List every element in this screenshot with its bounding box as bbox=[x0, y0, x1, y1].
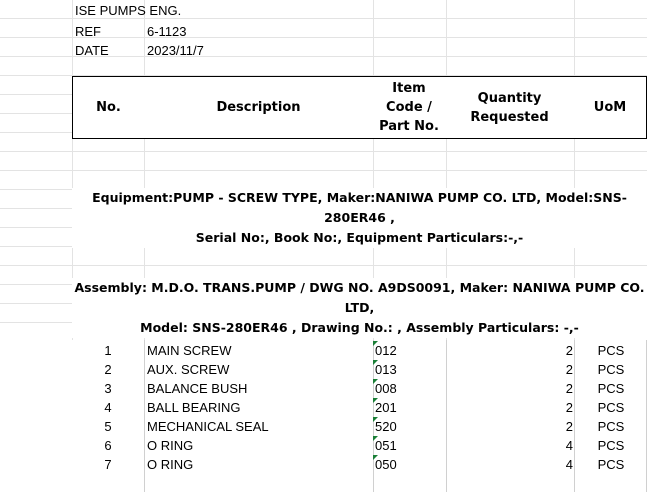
cell-no: 1 bbox=[104, 343, 112, 358]
table-row[interactable]: 2 AUX. SCREW 013 2 PCS bbox=[0, 360, 647, 379]
col-header-quantity[interactable]: Quantity Requested bbox=[445, 76, 575, 139]
cell-no: 6 bbox=[104, 438, 112, 453]
table-row[interactable]: 5 MECHANICAL SEAL 520 2 PCS bbox=[0, 417, 647, 436]
cell-description: O RING bbox=[147, 457, 194, 472]
cell-uom: PCS bbox=[597, 362, 625, 377]
cell-code: 008 bbox=[375, 381, 397, 396]
cell-no: 3 bbox=[104, 381, 112, 396]
col-header-item-code[interactable]: Item Code / Part No. bbox=[373, 76, 446, 139]
table-row[interactable]: 1 MAIN SCREW 012 2 PCS bbox=[0, 341, 647, 360]
cell-code: 012 bbox=[375, 343, 397, 358]
col-header-description[interactable]: Description bbox=[144, 76, 374, 139]
table-header: No. Description Item Code / Part No. Qua… bbox=[72, 76, 647, 139]
cell-quantity: 2 bbox=[565, 343, 573, 358]
col-header-uom[interactable]: UoM bbox=[574, 76, 647, 139]
date-value[interactable]: 2023/11/7 bbox=[147, 41, 204, 60]
cell-quantity: 2 bbox=[565, 419, 573, 434]
cell-description: BALANCE BUSH bbox=[147, 381, 248, 396]
ref-label[interactable]: REF bbox=[75, 24, 101, 39]
ref-row: REF 6-1123 bbox=[75, 22, 187, 41]
table-row[interactable]: 7 O RING 050 4 PCS bbox=[0, 455, 647, 474]
cell-quantity: 2 bbox=[565, 362, 573, 377]
assembly-info[interactable]: Assembly: M.D.O. TRANS.PUMP / DWG NO. A9… bbox=[72, 278, 647, 338]
cell-no: 2 bbox=[104, 362, 112, 377]
equipment-info[interactable]: Equipment:PUMP - SCREW TYPE, Maker:NANIW… bbox=[72, 188, 647, 248]
date-label[interactable]: DATE bbox=[75, 43, 109, 58]
company-name[interactable]: ISE PUMPS ENG. bbox=[75, 3, 181, 18]
col-header-no[interactable]: No. bbox=[72, 76, 145, 139]
cell-description: MECHANICAL SEAL bbox=[147, 419, 269, 434]
cell-uom: PCS bbox=[597, 457, 625, 472]
cell-description: MAIN SCREW bbox=[147, 343, 232, 358]
ref-value[interactable]: 6-1123 bbox=[147, 22, 187, 41]
cell-no: 5 bbox=[104, 419, 112, 434]
cell-description: BALL BEARING bbox=[147, 400, 241, 415]
cell-code: 201 bbox=[375, 400, 397, 415]
cell-quantity: 2 bbox=[565, 381, 573, 396]
cell-code: 050 bbox=[375, 457, 397, 472]
cell-code: 051 bbox=[375, 438, 397, 453]
table-row[interactable]: 3 BALANCE BUSH 008 2 PCS bbox=[0, 379, 647, 398]
cell-description: AUX. SCREW bbox=[147, 362, 230, 377]
cell-uom: PCS bbox=[597, 343, 625, 358]
cell-uom: PCS bbox=[597, 400, 625, 415]
date-row: DATE 2023/11/7 bbox=[75, 41, 204, 60]
cell-code: 520 bbox=[375, 419, 397, 434]
table-row[interactable]: 6 O RING 051 4 PCS bbox=[0, 436, 647, 455]
cell-quantity: 2 bbox=[565, 400, 573, 415]
cell-code: 013 bbox=[375, 362, 397, 377]
cell-uom: PCS bbox=[597, 381, 625, 396]
cell-quantity: 4 bbox=[565, 457, 573, 472]
cell-quantity: 4 bbox=[565, 438, 573, 453]
cell-no: 4 bbox=[104, 400, 112, 415]
cell-no: 7 bbox=[104, 457, 112, 472]
cell-description: O RING bbox=[147, 438, 194, 453]
cell-uom: PCS bbox=[597, 438, 625, 453]
cell-uom: PCS bbox=[597, 419, 625, 434]
table-row[interactable]: 4 BALL BEARING 201 2 PCS bbox=[0, 398, 647, 417]
